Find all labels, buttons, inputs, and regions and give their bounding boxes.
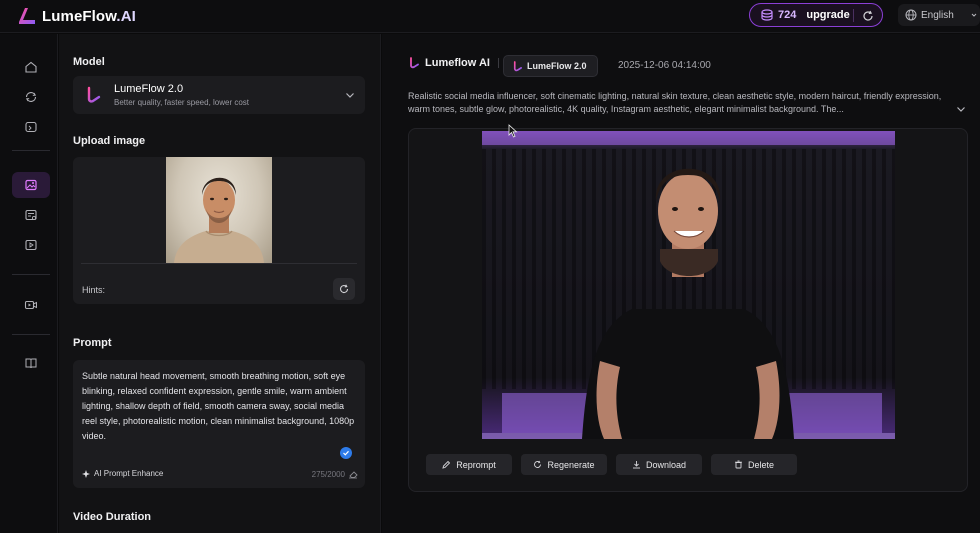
model-name: LumeFlow 2.0 <box>114 83 184 95</box>
ai-prompt-enhance-button[interactable]: AI Prompt Enhance <box>82 469 163 478</box>
reprompt-button[interactable]: Reprompt <box>426 454 512 475</box>
result-area: Lumeflow AI LumeFlow 2.0 2025-12-06 04:1… <box>382 34 980 533</box>
chevron-down-icon[interactable] <box>956 104 966 114</box>
rail-divider <box>12 150 50 151</box>
pencil-icon <box>442 460 451 469</box>
image-icon <box>25 179 37 191</box>
model-description: Better quality, faster speed, lower cost <box>114 98 250 107</box>
sync-icon <box>25 92 37 102</box>
model-chip-label: LumeFlow 2.0 <box>527 61 587 71</box>
download-label: Download <box>645 459 687 470</box>
prompt-text[interactable]: Subtle natural head movement, smooth bre… <box>82 369 360 444</box>
rail-video-files[interactable] <box>12 232 50 258</box>
lumeflow-model-icon <box>87 86 101 103</box>
app-name: LumeFlow.AI <box>42 7 136 25</box>
rail-tasks[interactable] <box>12 202 50 228</box>
rail-image-to-video[interactable] <box>12 172 50 198</box>
hints-refresh-button[interactable] <box>333 278 355 300</box>
globe-icon <box>905 9 917 21</box>
language-selector[interactable]: English <box>898 4 980 26</box>
pill-divider <box>853 9 854 22</box>
rail-divider <box>12 274 50 275</box>
credits-pill[interactable]: 724 upgrade <box>749 3 883 27</box>
hints-label: Hints: <box>82 285 106 295</box>
refresh-icon <box>340 284 349 294</box>
result-brand-name: Lumeflow AI <box>425 57 490 69</box>
generation-description: Realistic social media influencer, soft … <box>408 91 942 114</box>
prompt-section-label: Prompt <box>73 337 112 349</box>
generated-video-preview[interactable] <box>482 131 895 439</box>
delete-button[interactable]: Delete <box>711 454 797 475</box>
rail-home[interactable] <box>12 54 50 80</box>
video-file-icon <box>25 239 37 251</box>
eraser-icon[interactable] <box>348 469 358 479</box>
duration-section-label: Video Duration <box>73 511 152 523</box>
coins-icon <box>761 9 773 21</box>
lumeflow-icon <box>513 60 522 71</box>
result-brand: Lumeflow AI <box>408 57 499 69</box>
top-bar: LumeFlow.AI 724 upgrade English <box>0 0 980 33</box>
reprompt-label: Reprompt <box>456 459 496 470</box>
rail-divider <box>12 334 50 335</box>
download-icon <box>632 461 640 469</box>
book-icon <box>25 358 37 369</box>
config-panel: Model LumeFlow 2.0 Better quality, faste… <box>59 34 381 533</box>
result-actions: Reprompt Regenerate Download Delete <box>426 454 797 475</box>
enhance-label: AI Prompt Enhance <box>94 469 164 478</box>
upload-divider <box>81 263 357 264</box>
delete-label: Delete <box>747 459 774 470</box>
lumeflow-logo-icon <box>19 8 35 24</box>
result-card: Reprompt Regenerate Download Delete <box>408 128 968 492</box>
chevron-down-icon <box>346 93 354 98</box>
app-logo[interactable]: LumeFlow.AI <box>16 5 136 27</box>
generation-timestamp: 2025-12-06 04:14:00 <box>618 60 711 71</box>
refresh-icon[interactable] <box>861 9 875 23</box>
rail-video-camera[interactable] <box>12 292 50 318</box>
uploaded-image-thumbnail[interactable] <box>166 157 272 263</box>
rail-folder[interactable] <box>12 114 50 140</box>
rail-sync[interactable] <box>12 84 50 110</box>
regenerate-icon <box>534 460 542 468</box>
credits-count: 724 <box>778 9 797 21</box>
folder-icon <box>25 121 37 133</box>
regenerate-button[interactable]: Regenerate <box>521 454 607 475</box>
trash-icon <box>734 460 742 469</box>
checkmark-icon <box>343 450 349 456</box>
portrait-photo <box>174 177 264 263</box>
video-camera-icon <box>24 300 37 310</box>
rail-docs[interactable] <box>12 350 50 376</box>
language-label: English <box>921 9 954 21</box>
mouse-cursor-icon <box>508 124 518 138</box>
upload-dropzone[interactable]: Hints: <box>73 157 365 304</box>
sparkle-icon <box>82 469 90 478</box>
brand-divider <box>497 58 499 68</box>
prompt-confirm-check[interactable] <box>340 447 352 459</box>
regenerate-label: Regenerate <box>547 459 595 470</box>
model-chip: LumeFlow 2.0 <box>503 55 598 77</box>
sidebar-rail <box>0 34 58 533</box>
model-section-label: Model <box>73 56 105 68</box>
prompt-input[interactable]: Subtle natural head movement, smooth bre… <box>73 360 365 488</box>
lumeflow-icon <box>410 57 419 69</box>
chevron-down-icon <box>971 13 977 17</box>
list-settings-icon <box>25 209 37 221</box>
char-counter: 275/2000 <box>311 470 345 479</box>
upload-section-label: Upload image <box>73 135 146 147</box>
upgrade-button[interactable]: upgrade <box>806 9 849 21</box>
download-button[interactable]: Download <box>616 454 702 475</box>
video-frame <box>482 131 895 439</box>
model-selector[interactable]: LumeFlow 2.0 Better quality, faster spee… <box>73 76 365 114</box>
home-icon <box>25 61 37 73</box>
